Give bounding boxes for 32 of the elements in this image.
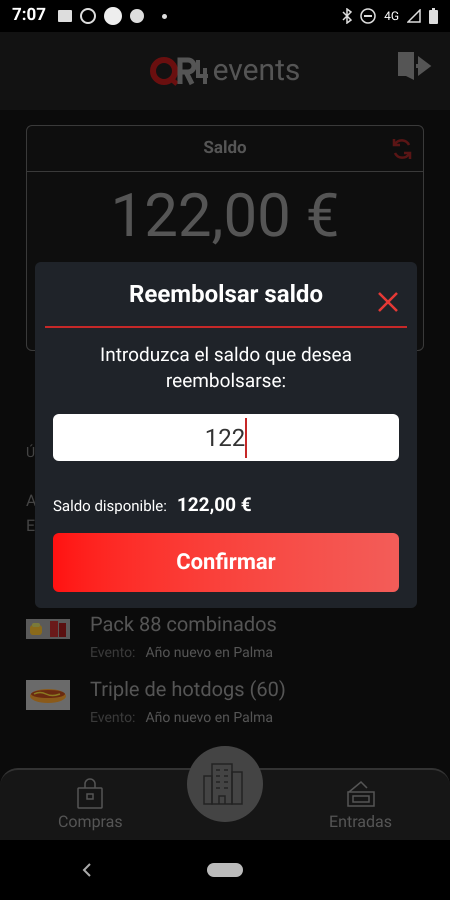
nav-tab[interactable]: Entradas	[329, 770, 392, 834]
status-time: 7:07	[12, 4, 46, 28]
battery-icon	[429, 8, 438, 24]
available-label: Saldo disponible:	[53, 496, 167, 517]
bag-icon	[76, 778, 104, 810]
image-icon	[58, 10, 72, 22]
purchase-name: Pack 88 combinados	[90, 611, 277, 637]
logo-text: events	[212, 56, 300, 86]
close-icon[interactable]	[377, 291, 399, 313]
dialog-title: Reembolsar saldo	[129, 279, 323, 310]
balance-title: Saldo	[203, 136, 247, 160]
amount-field[interactable]: 122	[53, 414, 399, 461]
event-name: Año nuevo en Palma	[145, 709, 273, 728]
dot-icon	[162, 14, 168, 18]
purchase-name: Triple de hotdogs (60)	[90, 676, 286, 702]
home-pill[interactable]	[207, 863, 243, 877]
nav-tab[interactable]: Compras	[58, 770, 123, 834]
balance-amount: 122,00 €	[110, 186, 340, 246]
signal-icon	[407, 9, 421, 23]
back-icon[interactable]	[82, 862, 92, 878]
do-not-disturb-icon	[360, 8, 376, 24]
logout-icon[interactable]	[396, 50, 432, 82]
available-amount: 122,00 €	[176, 492, 252, 518]
covered-text: Ú	[26, 443, 36, 463]
ticket-icon	[344, 778, 377, 810]
network-type: 4G	[384, 8, 399, 25]
dialog-prompt: Introduzca el saldo que desea reembolsarse:	[99, 342, 353, 394]
event-name: Año nuevo en Palma	[145, 644, 273, 663]
covered-text: E	[26, 515, 36, 537]
confirm-button[interactable]: Confirmar	[53, 532, 399, 592]
bluetooth-icon	[342, 8, 352, 24]
circle-icon	[104, 7, 122, 25]
